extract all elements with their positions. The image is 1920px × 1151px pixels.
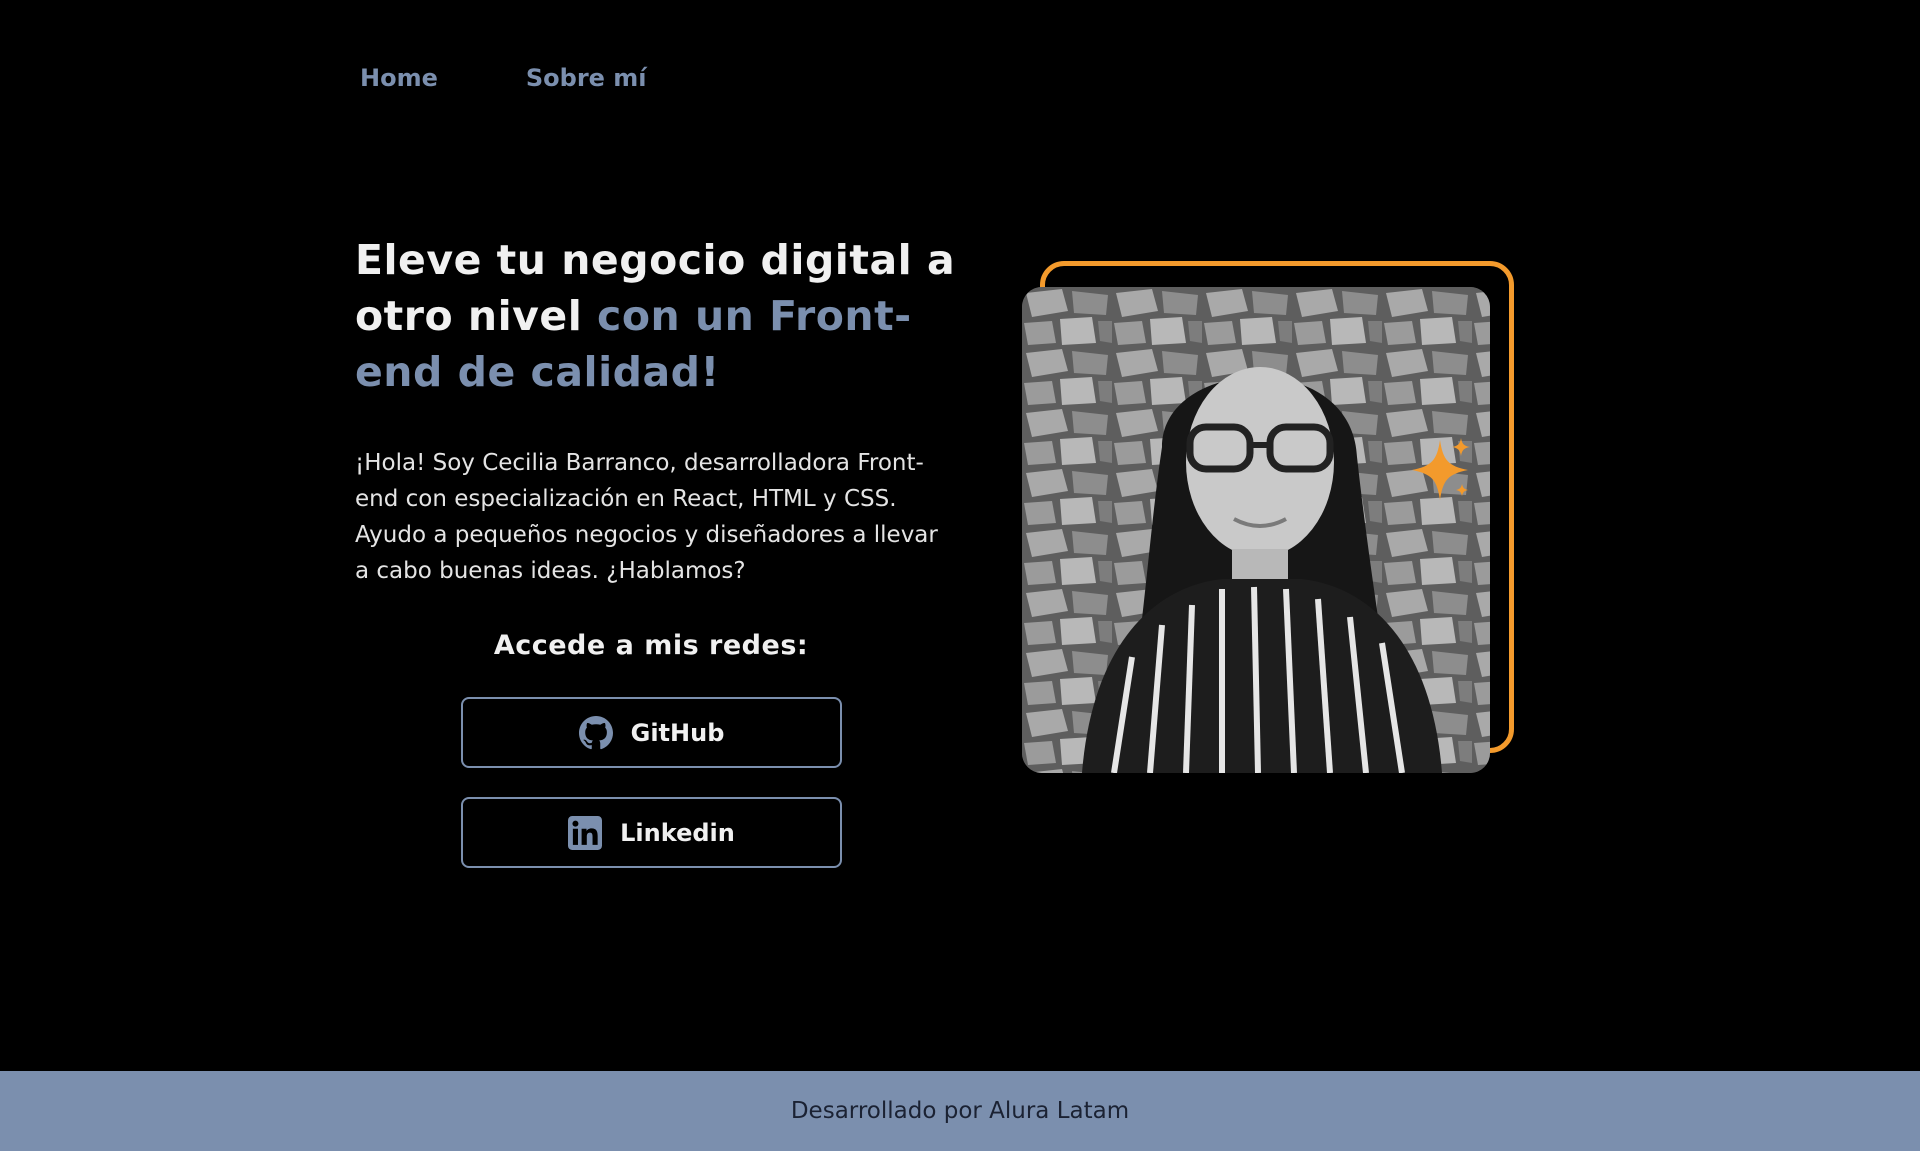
intro-paragraph: ¡Hola! Soy Cecilia Barranco, desarrollad… bbox=[355, 450, 938, 584]
github-button[interactable]: GitHub bbox=[461, 697, 842, 768]
linkedin-button-label: Linkedin bbox=[620, 818, 735, 847]
nav-about-link[interactable]: Sobre mí bbox=[526, 62, 647, 94]
github-icon bbox=[578, 715, 613, 750]
portrait-photo bbox=[1022, 287, 1490, 773]
social-heading: Accede a mis redes: bbox=[493, 630, 809, 661]
sparkle-icon bbox=[1406, 436, 1474, 504]
github-button-label: GitHub bbox=[630, 718, 725, 747]
main-nav: Home Sobre mí bbox=[360, 62, 647, 94]
nav-home-link[interactable]: Home bbox=[360, 62, 438, 94]
linkedin-button[interactable]: Linkedin bbox=[461, 797, 842, 868]
footer: Desarrollado por Alura Latam bbox=[0, 1071, 1920, 1151]
hero-title: Eleve tu negocio digital a otro nivel co… bbox=[355, 232, 975, 400]
linkedin-icon bbox=[568, 815, 603, 850]
footer-text: Desarrollado por Alura Latam bbox=[790, 1098, 1130, 1124]
